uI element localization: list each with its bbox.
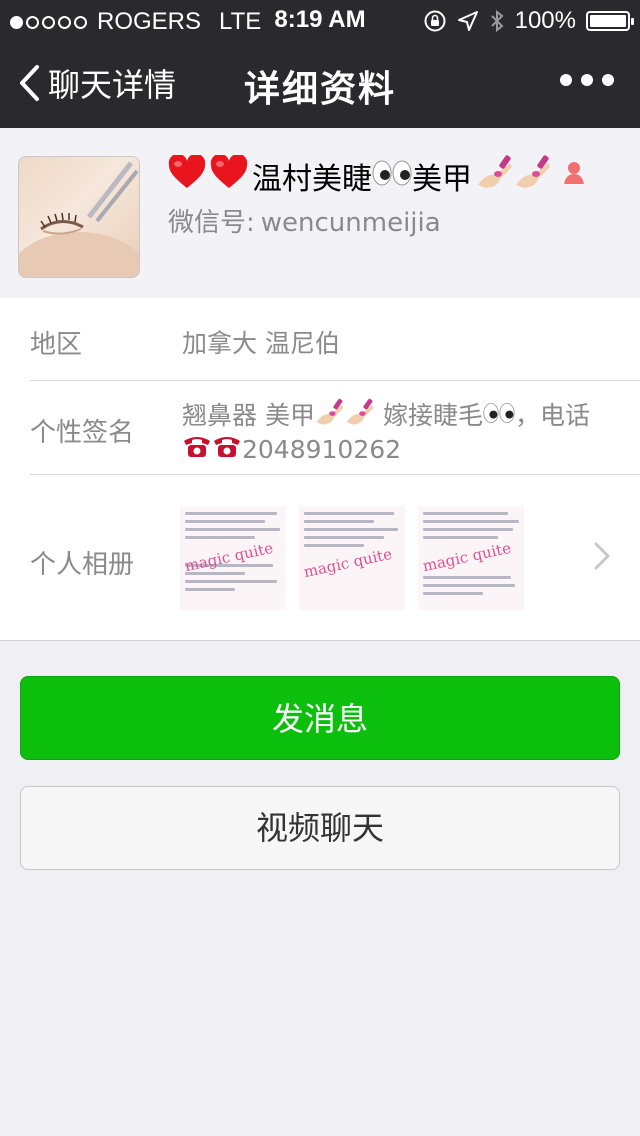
more-options-button[interactable] [560,74,614,86]
album-photo[interactable]: magic quite [418,506,524,610]
send-message-button[interactable]: 发消息 [20,676,620,760]
back-button-label: 聊天详情 [48,66,177,104]
wechat-id: 微信号: wencunmeijia [168,202,441,239]
more-dots-icon [560,74,572,86]
avatar[interactable] [18,156,140,278]
telephone-icon [212,433,242,466]
eyes-icon [372,159,412,194]
profile-name-text: 温村美睫 [252,162,372,197]
signature-label: 个性签名 [30,418,135,448]
back-button[interactable]: 聊天详情 [18,60,176,106]
nail-polish-icon [315,398,345,433]
nail-polish-icon [476,155,514,197]
signature-text-1: 翘鼻器 美甲 [182,400,315,430]
signature-text-3: ，电话 [514,400,590,430]
nail-polish-icon [345,398,375,433]
status-bar: ROGERS LTE 8:19 AM 100% [0,0,640,40]
navigation-bar: 聊天详情 详细资料 [0,40,640,128]
heart-icon [210,153,248,197]
chevron-right-icon [594,542,610,570]
album-label: 个人相册 [30,550,135,580]
signature-phone: 2048910262 [242,434,402,464]
chevron-left-icon [20,65,39,101]
nail-polish-icon [514,155,552,197]
video-chat-button[interactable]: 视频聊天 [20,786,620,870]
battery-percent: 100% [514,7,576,34]
signature-value: 翘鼻器 美甲 嫁接睫毛 ，电话 2048910262 [182,398,600,466]
album-watermark: magic quite [183,538,275,576]
album-photo[interactable]: magic quite [299,506,405,610]
profile-name-text-2: 美甲 [412,162,472,197]
album-thumbnails: magic quite magic quite magic quite [180,506,524,610]
region-value: 加拿大 温尼伯 [182,329,340,358]
album-watermark: magic quite [421,538,513,576]
avatar-image [19,161,139,277]
location-arrow-icon [457,11,478,31]
album-photo[interactable]: magic quite [180,506,286,610]
eyes-icon [483,401,515,431]
profile-name: 温村美睫 美甲 [168,153,586,198]
region-row: 地区 加拿大 温尼伯 [30,298,640,381]
female-gender-icon [562,159,586,194]
album-watermark: magic quite [302,544,394,582]
bluetooth-icon [490,9,504,33]
wechat-id-label: 微信号: [168,208,255,238]
heart-icon [168,153,206,197]
profile-header: 温村美睫 美甲 微信号: wencunmeijia [0,128,640,299]
signature-text-2: 嫁接睫毛 [382,400,483,430]
album-row[interactable]: 个人相册 magic quite magic quite magic quite [30,474,640,640]
battery-icon [586,11,634,31]
orientation-lock-icon [424,10,446,32]
wechat-id-value: wencunmeijia [260,208,441,238]
signature-row: 个性签名 翘鼻器 美甲 嫁接睫毛 ，电话 2048910262 [30,380,640,475]
telephone-icon [182,433,212,466]
region-label: 地区 [30,330,83,360]
profile-details: 地区 加拿大 温尼伯 个性签名 翘鼻器 美甲 嫁接睫毛 ，电话 20489102… [0,298,640,641]
